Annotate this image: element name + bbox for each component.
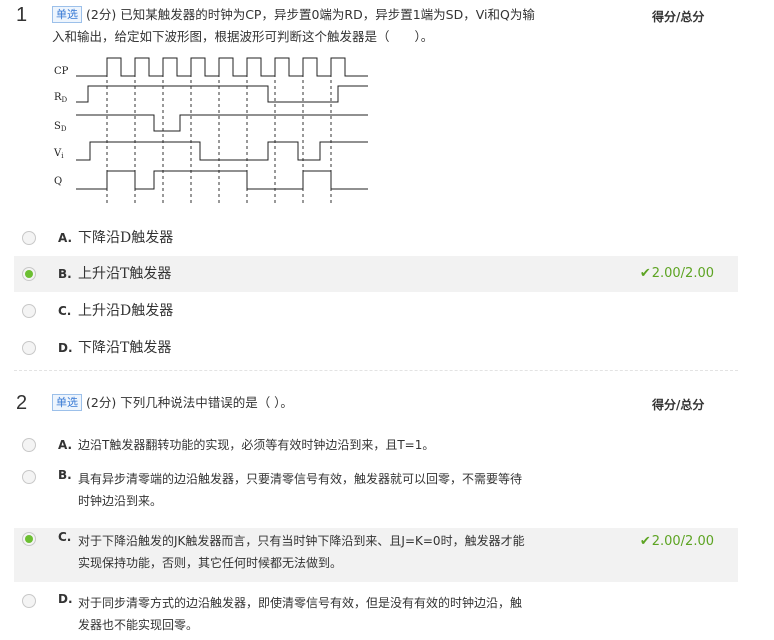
question-text: 单选 (2分) 下列几种说法中错误的是（ ）。 (52, 392, 612, 414)
option-text: 上升沿T触发器 (78, 266, 172, 282)
signal-label-q: Q (54, 176, 62, 187)
option-c[interactable]: C. 上升沿D触发器 (14, 293, 738, 329)
question-text-line1: 下列几种说法中错误的是（ ）。 (120, 395, 293, 410)
signal-label-sd: SD (54, 121, 67, 133)
radio-button-selected[interactable] (22, 267, 36, 281)
option-b[interactable]: B. 具有异步清零端的边沿触发器，只要清零信号有效，触发器就可以回零，不需要等待… (14, 466, 738, 510)
option-letter: C. (58, 304, 72, 318)
option-letter: A. (58, 438, 73, 452)
question-number: 2 (16, 392, 28, 414)
option-text: 对于下降沿触发的JK触发器而言，只有当时钟下降沿到来、且J=K=0时，触发器才能… (78, 534, 525, 570)
score-value: 2.00/2.00 (651, 534, 714, 549)
score-result: ✔2.00/2.00 (640, 266, 714, 281)
signal-label-rd: RD (54, 92, 68, 104)
score-value: 2.00/2.00 (651, 266, 714, 281)
radio-button[interactable] (22, 594, 36, 608)
score-header: 得分/总分 (652, 398, 705, 412)
option-letter: B. (58, 468, 72, 482)
single-choice-tag: 单选 (52, 394, 82, 411)
question-text-line1: 已知某触发器的时钟为CP，异步置0端为RD，异步置1端为SD，Vi和Q为输 (120, 7, 535, 22)
score-header: 得分/总分 (652, 10, 705, 24)
option-b[interactable]: B. 上升沿T触发器 (14, 256, 738, 292)
option-c[interactable]: C. 对于下降沿触发的JK触发器而言，只有当时钟下降沿到来、且J=K=0时，触发… (14, 528, 738, 582)
radio-button[interactable] (22, 438, 36, 452)
option-letter: C. (58, 530, 72, 544)
radio-button[interactable] (22, 304, 36, 318)
option-text: 上升沿D触发器 (78, 303, 174, 319)
option-a[interactable]: A. 下降沿D触发器 (14, 220, 738, 256)
radio-button[interactable] (22, 231, 36, 245)
waveform-cp (76, 57, 368, 77)
question-text: 单选 (2分) 已知某触发器的时钟为CP，异步置0端为RD，异步置1端为SD，Vi… (52, 4, 612, 48)
option-letter: D. (58, 592, 73, 606)
option-d[interactable]: D. 下降沿T触发器 (14, 330, 738, 366)
option-text: 对于同步清零方式的边沿触发器，即使清零信号有效，但是没有有效的时钟边沿，触 发器也… (78, 596, 523, 632)
score-result: ✔2.00/2.00 (640, 534, 714, 549)
option-letter: A. (58, 231, 73, 245)
option-letter: B. (58, 267, 72, 281)
option-a[interactable]: A. 边沿T触发器翻转功能的实现，必须等有效时钟边沿到来，且T=1。 (14, 430, 738, 460)
question-text-line2: 入和输出，给定如下波形图，根据波形可判断这个触发器是（ ）。 (52, 29, 434, 44)
checkmark-icon: ✔ (639, 266, 651, 281)
radio-button[interactable] (22, 341, 36, 355)
checkmark-icon: ✔ (639, 534, 651, 549)
option-text: 下降沿T触发器 (78, 340, 172, 356)
signal-label-vi: Vi (53, 148, 64, 160)
waveform-vi (76, 141, 368, 161)
option-text: 具有异步清零端的边沿触发器，只要清零信号有效，触发器就可以回零，不需要等待 时钟边… (78, 472, 523, 508)
option-text: 下降沿D触发器 (78, 230, 174, 246)
option-letter: D. (58, 341, 73, 355)
question-points: (2分) (86, 7, 117, 22)
signal-label-cp: CP (54, 66, 69, 77)
radio-button-selected[interactable] (22, 532, 36, 546)
single-choice-tag: 单选 (52, 6, 82, 23)
option-d[interactable]: D. 对于同步清零方式的边沿触发器，即使清零信号有效，但是没有有效的时钟边沿，触… (14, 590, 738, 634)
question-divider (14, 370, 738, 371)
waveform-sd (76, 114, 368, 132)
question-points: (2分) (86, 395, 117, 410)
question-number: 1 (16, 4, 28, 26)
radio-button[interactable] (22, 470, 36, 484)
waveform-q (76, 170, 368, 190)
waveform-diagram: CP RD SD Vi Q (53, 57, 368, 204)
waveform-rd (76, 85, 368, 103)
option-text: 边沿T触发器翻转功能的实现，必须等有效时钟边沿到来，且T=1。 (78, 438, 435, 452)
